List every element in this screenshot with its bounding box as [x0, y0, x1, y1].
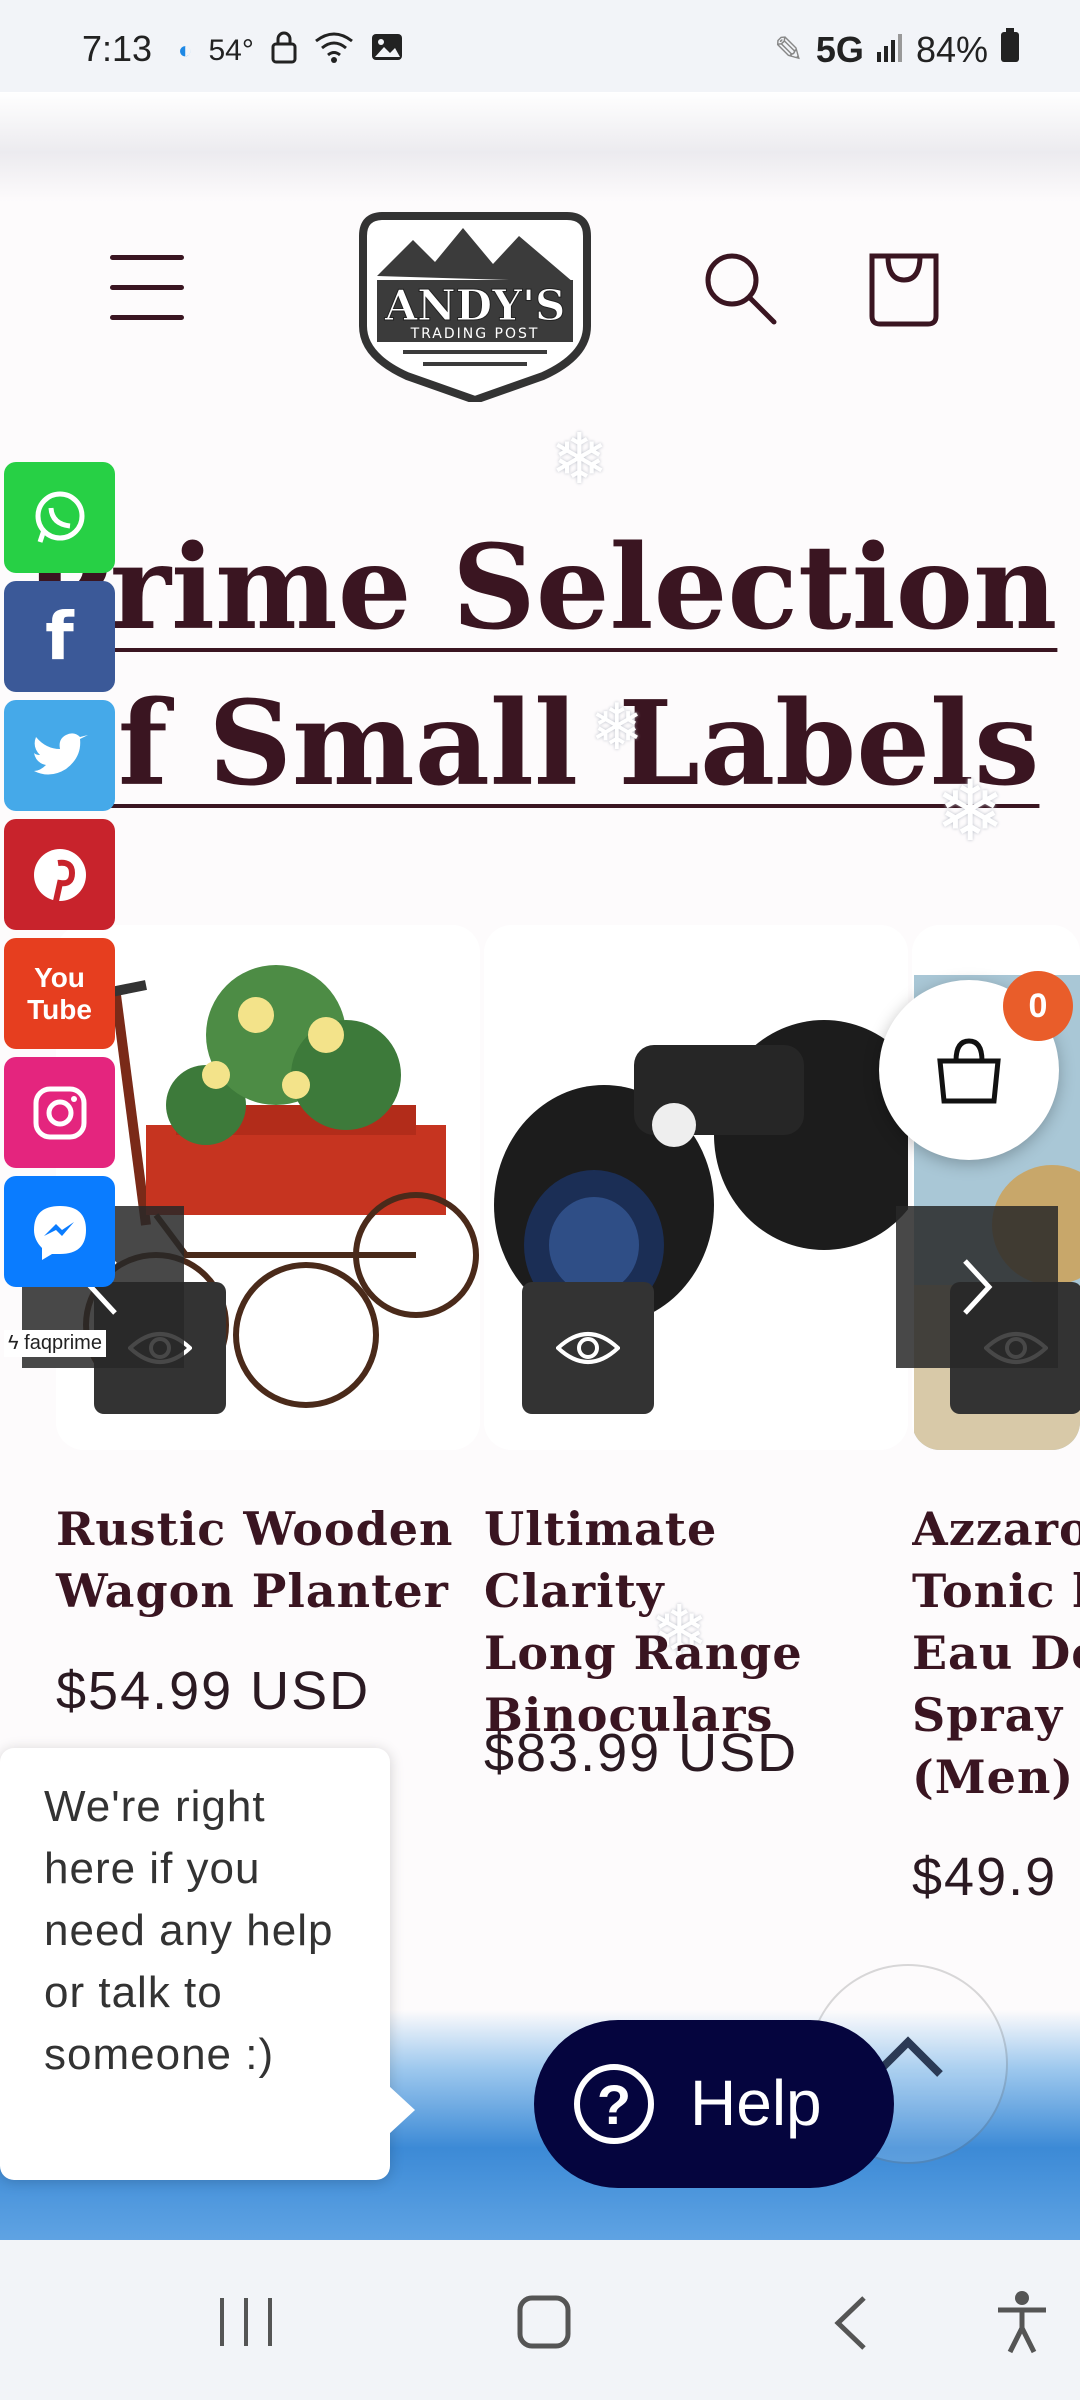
lock-icon [270, 30, 298, 72]
back-icon [834, 2296, 866, 2350]
image-icon [370, 32, 404, 70]
home-button[interactable] [516, 2294, 572, 2350]
question-icon: ? [574, 2064, 654, 2144]
accessibility-button[interactable] [994, 2290, 1050, 2354]
help-button[interactable]: ? Help [534, 2020, 894, 2188]
svg-text:TRADING POST: TRADING POST [410, 326, 540, 342]
recent-apps-icon [220, 2298, 272, 2346]
eye-icon [556, 1332, 620, 1364]
shopping-bag-icon [937, 1038, 1001, 1104]
faqprime-label: faqprime [24, 1332, 102, 1354]
home-icon [517, 2295, 571, 2349]
cart-button[interactable] [866, 244, 942, 328]
twitter-button[interactable] [4, 700, 115, 811]
status-temperature: 54° [208, 34, 254, 67]
site-header: ANDY'S TRADING POST [0, 200, 1080, 405]
search-button[interactable] [700, 248, 780, 328]
battery-icon [1000, 28, 1020, 71]
wifi-icon [314, 31, 354, 71]
chat-greeting-bubble[interactable]: We're right here if you need any help or… [0, 1748, 390, 2180]
facebook-icon: f [45, 598, 74, 675]
page-heading: Prime Selection of Small Labels [0, 510, 1080, 822]
chevron-right-icon [963, 1259, 993, 1315]
page-heading-line2: of Small Labels [40, 676, 1040, 812]
youtube-label-top: You [34, 961, 85, 993]
cart-count-badge: 0 [1003, 971, 1073, 1041]
bolt-icon: ϟ [8, 1332, 19, 1354]
messenger-button[interactable] [4, 1176, 115, 1287]
product-title-line: (Men) [912, 1750, 1075, 1804]
product-title-line: Ultimate Clarity [484, 1502, 718, 1618]
whatsapp-button[interactable] [4, 462, 115, 573]
instagram-icon [33, 1086, 86, 1139]
carousel-next-button[interactable] [896, 1206, 1058, 1368]
status-right: ✎ 5G 84% [774, 28, 1020, 71]
product-title-line: Rustic Wooden [56, 1502, 454, 1556]
messenger-icon [33, 1205, 86, 1260]
svg-text:ANDY'S: ANDY'S [384, 281, 566, 330]
page-heading-line1: Prime Selection [22, 520, 1058, 656]
status-time: 7:13 [82, 28, 153, 69]
facebook-button[interactable]: f [4, 581, 115, 692]
chat-bubble-tail [389, 2086, 415, 2134]
product-title-line: Tonic b [912, 1564, 1080, 1618]
signal-icon [876, 29, 904, 71]
product-title-line: Long Range [484, 1626, 803, 1680]
product-title-line: Spray 3 [912, 1688, 1080, 1742]
weather-icon: ◐ [178, 37, 193, 64]
status-battery: 84% [915, 28, 988, 70]
snowflake-icon: ❄ [935, 764, 1006, 858]
status-bar: 7:13 ◐ 54° ✎ 5G 84% [0, 0, 1080, 92]
cart-icon [869, 253, 939, 327]
menu-button[interactable] [110, 255, 184, 321]
youtube-label-bottom: Tube [27, 993, 92, 1025]
pinterest-icon [33, 848, 86, 902]
whatsapp-icon [35, 491, 84, 543]
product-price: $49.9 [912, 1847, 1058, 1907]
pen-icon: ✎ [773, 28, 804, 70]
product-price: $54.99 USD [56, 1661, 371, 1721]
product-title-line: Azzaro [912, 1502, 1080, 1556]
system-navigation-bar [0, 2240, 1080, 2400]
accessibility-icon [998, 2291, 1046, 2354]
search-icon [705, 253, 777, 325]
quick-view-button[interactable] [522, 1282, 654, 1414]
faqprime-badge[interactable]: ϟ faqprime [4, 1330, 106, 1357]
product-title-line: Eau De [912, 1626, 1080, 1680]
product-price: $83.99 USD [484, 1723, 799, 1783]
back-button[interactable] [830, 2294, 870, 2352]
snowflake-icon: ❄ [550, 420, 609, 498]
youtube-button[interactable]: You Tube [4, 938, 115, 1049]
status-network: 5G [815, 28, 864, 70]
help-label: Help [690, 2067, 822, 2139]
product-title[interactable]: Rustic Wooden Wagon Planter [56, 1498, 476, 1622]
snow-banner [0, 92, 1080, 202]
recent-apps-button[interactable] [216, 2296, 276, 2348]
product-title-line: Wagon Planter [56, 1564, 449, 1618]
instagram-button[interactable] [4, 1057, 115, 1168]
pinterest-button[interactable] [4, 819, 115, 930]
status-left-icons: ◐ 54° [178, 30, 404, 72]
snowflake-icon: ❄ [590, 691, 644, 763]
product-title[interactable]: Ultimate Clarity Long Range Binoculars [484, 1498, 904, 1746]
twitter-icon [33, 732, 88, 775]
social-share-bar: f You Tube [4, 462, 115, 1295]
site-logo[interactable]: ANDY'S TRADING POST [343, 206, 607, 405]
product-title[interactable]: Azzaro Tonic b Eau De Spray 3 (Men) [912, 1498, 1080, 1808]
chat-greeting-text: We're right here if you need any help or… [44, 1782, 334, 2079]
